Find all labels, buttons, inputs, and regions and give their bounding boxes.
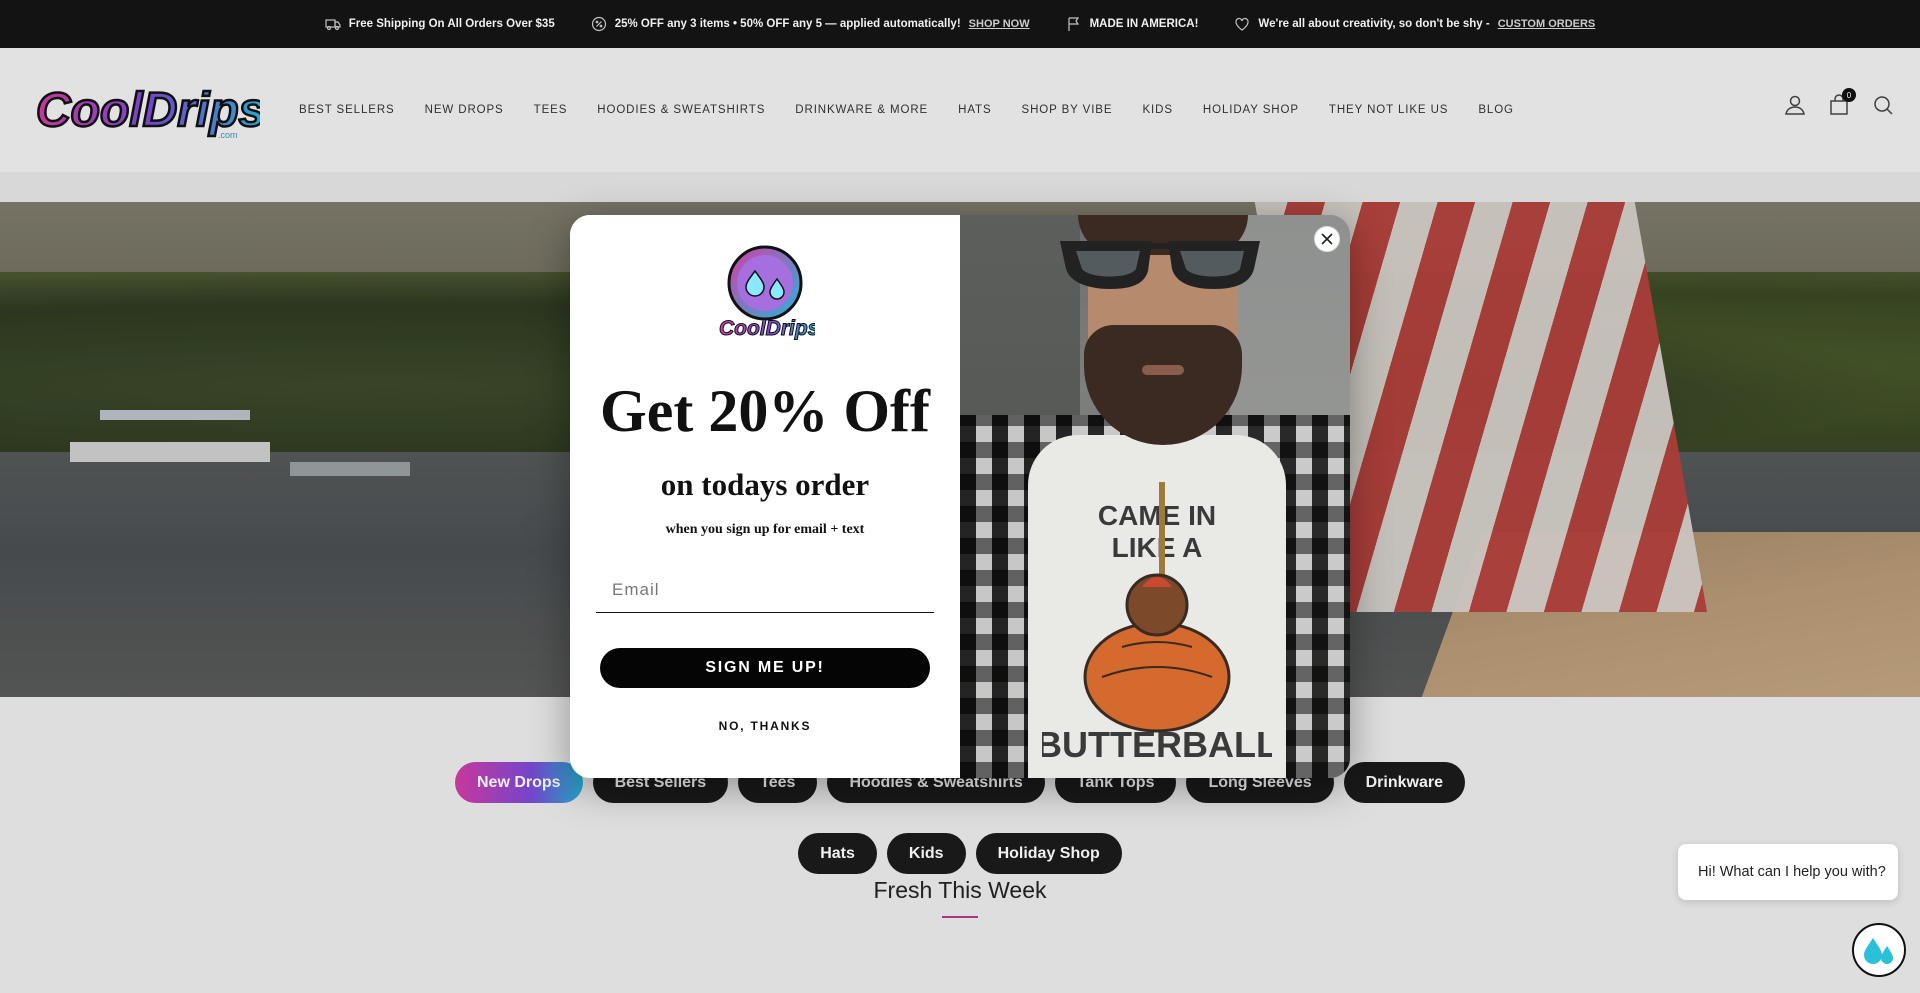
popup-form-panel: CoolDrips Get 20% Off on todays order wh… (570, 215, 960, 778)
tee-text-line-3: BUTTERBALL (1042, 724, 1272, 765)
popup-logo: CoolDrips (719, 245, 815, 341)
sign-me-up-button[interactable]: SIGN ME UP! (600, 648, 930, 688)
close-icon (1321, 233, 1333, 245)
svg-text:CoolDrips: CoolDrips (719, 317, 815, 340)
signup-popup: CoolDrips Get 20% Off on todays order wh… (570, 215, 1350, 778)
popup-close-button[interactable] (1314, 226, 1340, 252)
photo-model-mouth (1142, 365, 1184, 375)
butterball-tee-graphic: CAME IN LIKE A BUTTERBALL (1042, 482, 1272, 765)
no-thanks-button[interactable]: NO, THANKS (570, 719, 960, 733)
chat-launcher-button[interactable] (1852, 923, 1906, 977)
popup-model-photo: CAME IN LIKE A BUTTERBALL (960, 215, 1350, 778)
popup-note: when you sign up for email + text (665, 522, 865, 537)
sunglasses-graphic (1060, 241, 1260, 289)
tee-text-line-2: LIKE A (1112, 532, 1203, 563)
popup-headline: Get 20% Off (600, 378, 930, 444)
chat-greeting-bubble[interactable]: Hi! What can I help you with? (1678, 844, 1898, 900)
email-field[interactable] (596, 567, 934, 613)
popup-subhead: on todays order (660, 467, 870, 502)
water-drops-icon (1864, 938, 1893, 964)
tee-text-line-1: CAME IN (1098, 500, 1216, 531)
